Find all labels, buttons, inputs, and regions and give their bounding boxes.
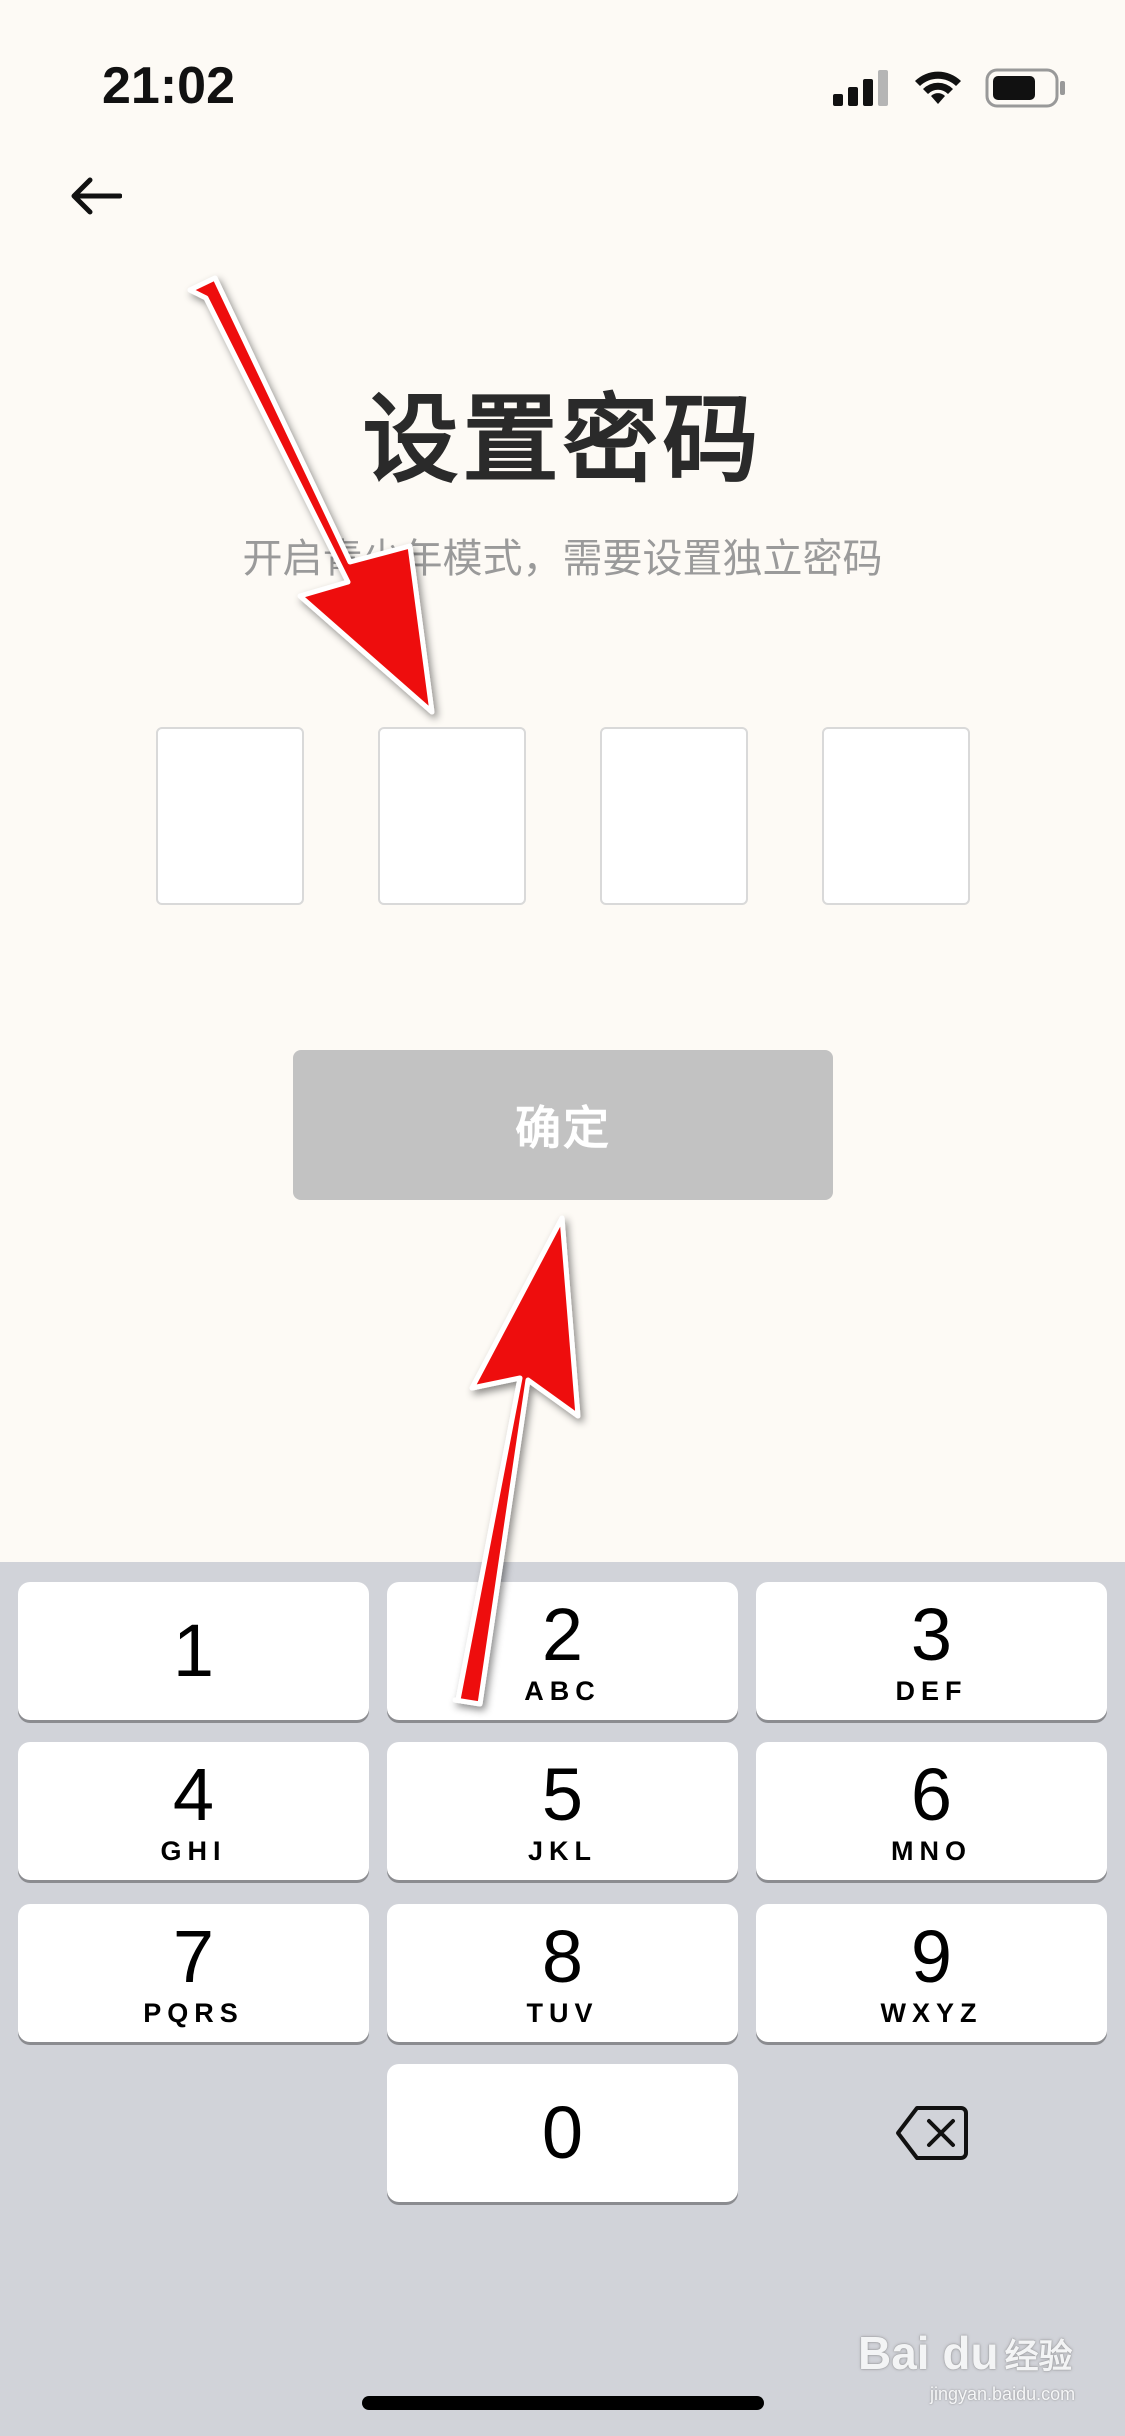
key-digit: 0 (541, 2091, 584, 2174)
key-0[interactable]: 0 (387, 2064, 738, 2202)
delete-key[interactable] (756, 2064, 1107, 2202)
page-subtitle: 开启青少年模式，需要设置独立密码 (242, 536, 883, 582)
key-letters: WXYZ (880, 1998, 983, 2028)
key-digit: 4 (172, 1753, 215, 1836)
signal-icon (833, 70, 888, 106)
key-digit: 9 (910, 1915, 953, 1998)
key-4[interactable]: 4 GHI (18, 1742, 369, 1880)
key-digit: 2 (541, 1593, 584, 1676)
key-3[interactable]: 3 DEF (756, 1582, 1107, 1720)
screen: 21:02 设置密码 开启青少年模式，需要设置独立密码 确定 1 2 ABC 3… (0, 0, 1125, 2436)
pin-input-row[interactable] (156, 727, 972, 905)
watermark-logo: Bai du (858, 2327, 999, 2379)
key-digit: 5 (541, 1753, 584, 1836)
baidu-jingyan-watermark: Bai du 经验 (858, 2318, 1078, 2388)
battery-icon (985, 68, 1065, 108)
key-letters: MNO (891, 1836, 972, 1866)
status-time: 21:02 (102, 57, 235, 115)
pin-box-1[interactable] (156, 727, 304, 905)
key-digit: 7 (172, 1915, 215, 1998)
back-button[interactable] (60, 160, 132, 232)
key-6[interactable]: 6 MNO (756, 1742, 1107, 1880)
key-letters: JKL (527, 1836, 597, 1866)
status-icons (833, 64, 1067, 112)
key-9[interactable]: 9 WXYZ (756, 1904, 1107, 2042)
status-bar: 21:02 (0, 0, 1125, 160)
pin-box-2[interactable] (378, 727, 526, 905)
pin-box-4[interactable] (822, 727, 970, 905)
key-letters: GHI (160, 1836, 227, 1866)
key-digit: 3 (910, 1593, 953, 1676)
key-1[interactable]: 1 (18, 1582, 369, 1720)
key-2[interactable]: 2 ABC (387, 1582, 738, 1720)
home-indicator[interactable] (362, 2396, 764, 2410)
key-letters: PQRS (143, 1998, 244, 2028)
key-8[interactable]: 8 TUV (387, 1904, 738, 2042)
backspace-icon (895, 2106, 968, 2160)
key-digit: 8 (541, 1915, 584, 1998)
watermark-label: 经验 (1004, 2336, 1073, 2377)
key-letters: ABC (524, 1676, 601, 1706)
key-digit: 1 (172, 1609, 215, 1692)
key-letters: DEF (895, 1676, 968, 1706)
key-7[interactable]: 7 PQRS (18, 1904, 369, 2042)
page-title: 设置密码 (362, 384, 763, 496)
key-digit: 6 (910, 1753, 953, 1836)
watermark-url: jingyan.baidu.com (930, 2384, 1076, 2404)
numeric-keypad: 1 2 ABC 3 DEF 4 GHI 5 JKL 6 MNO 7 PQRS 8 (0, 1562, 1125, 2436)
arrow-left-icon (71, 177, 122, 215)
key-5[interactable]: 5 JKL (387, 1742, 738, 1880)
pin-box-3[interactable] (600, 727, 748, 905)
wifi-icon (915, 71, 961, 104)
key-letters: TUV (526, 1998, 599, 2028)
confirm-button[interactable]: 确定 (293, 1050, 833, 1200)
